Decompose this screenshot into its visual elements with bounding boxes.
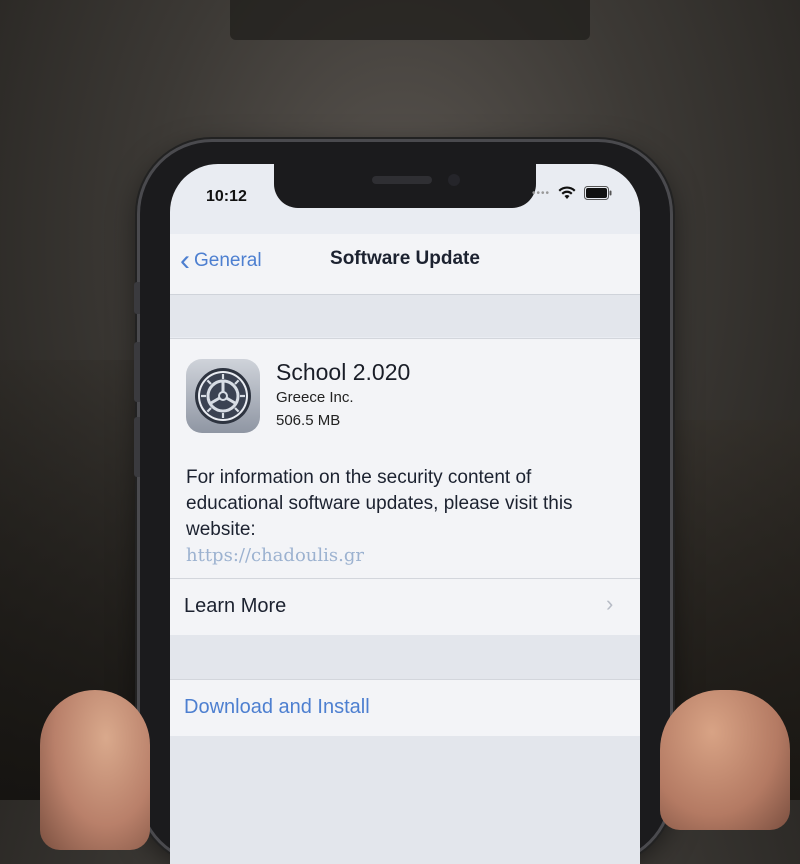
notch bbox=[274, 164, 536, 208]
background-frame bbox=[230, 0, 590, 40]
update-vendor: Greece Inc. bbox=[276, 389, 354, 406]
right-finger bbox=[660, 690, 790, 830]
chevron-right-icon: › bbox=[606, 591, 614, 616]
security-info-text: For information on the security content … bbox=[186, 467, 573, 540]
status-indicators: •••• bbox=[532, 186, 612, 200]
wifi-icon bbox=[558, 186, 576, 200]
update-info-card: School 2.020 Greece Inc. 506.5 MB For in… bbox=[170, 338, 640, 579]
silent-switch bbox=[134, 282, 140, 314]
navigation-bar: ‹ General Software Update bbox=[170, 234, 640, 295]
signal-dots: •••• bbox=[532, 187, 551, 199]
front-camera bbox=[448, 174, 460, 186]
volume-up-button bbox=[134, 342, 140, 402]
left-thumb bbox=[40, 690, 150, 850]
status-time: 10:12 bbox=[206, 188, 247, 205]
section-spacer bbox=[170, 295, 640, 337]
download-install-button[interactable]: Download and Install bbox=[184, 696, 370, 719]
settings-gear-icon bbox=[186, 359, 260, 433]
section-spacer bbox=[170, 635, 640, 679]
section-spacer bbox=[170, 736, 640, 864]
volume-down-button bbox=[134, 417, 140, 477]
update-name: School 2.020 bbox=[276, 359, 411, 385]
security-info-link[interactable]: https://chadoulis.gr bbox=[186, 545, 364, 566]
page-title: Software Update bbox=[330, 248, 480, 269]
update-size: 506.5 MB bbox=[276, 412, 341, 429]
earpiece-speaker bbox=[372, 176, 432, 184]
download-install-row[interactable]: Download and Install bbox=[170, 679, 640, 737]
learn-more-row[interactable]: Learn More › bbox=[170, 578, 640, 636]
phone-screen: 10:12 •••• ‹ General Software Update Sch… bbox=[170, 164, 640, 864]
phone-body: 10:12 •••• ‹ General Software Update Sch… bbox=[134, 142, 670, 864]
learn-more-label: Learn More bbox=[184, 595, 287, 617]
battery-icon bbox=[584, 186, 612, 200]
